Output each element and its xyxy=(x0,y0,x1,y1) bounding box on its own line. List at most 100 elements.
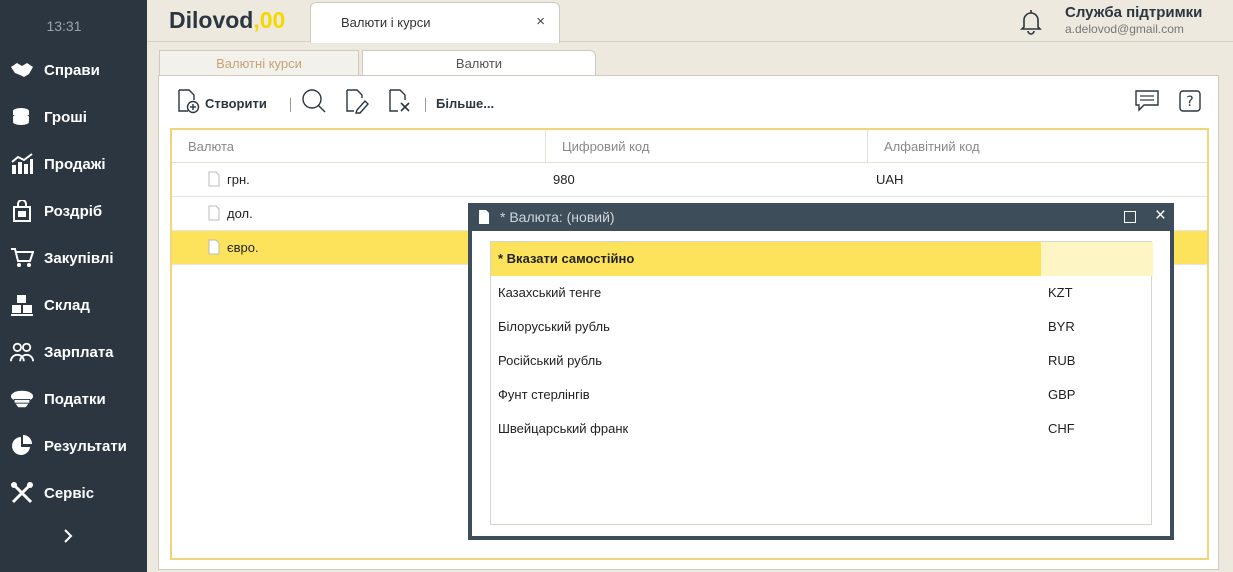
list-item-name: Білоруський рубль xyxy=(498,319,610,334)
selection-highlight-code xyxy=(1041,242,1153,276)
tools-icon xyxy=(10,481,34,505)
pie-chart-icon xyxy=(10,434,34,458)
table-header: Валюта Цифровий код Алфавітний код xyxy=(172,130,1207,163)
list-item[interactable]: Фунт стерлінгів GBP xyxy=(491,378,1151,412)
sidebar-item-label: Роздріб xyxy=(44,202,103,220)
new-document-icon xyxy=(177,88,201,119)
app-logo[interactable]: Dilovod,00 xyxy=(169,7,285,34)
sidebar-item-rezultaty[interactable]: Результати xyxy=(0,426,147,466)
officer-cap-icon xyxy=(10,387,34,411)
help-button[interactable]: ? xyxy=(1178,89,1202,118)
sidebar-item-servis[interactable]: Сервіс xyxy=(0,473,147,513)
boxes-icon xyxy=(10,293,34,317)
table-row[interactable]: грн. 980 UAH xyxy=(172,163,1207,197)
list-item-name: * Вказати самостійно xyxy=(498,251,635,266)
cell-numeric-code: 980 xyxy=(553,172,575,187)
chat-icon xyxy=(1134,89,1160,118)
list-item[interactable]: Швейцарський франк CHF xyxy=(491,412,1151,446)
list-item-code: RUB xyxy=(1048,353,1076,368)
close-icon[interactable]: × xyxy=(1155,205,1166,227)
document-icon xyxy=(208,205,220,221)
sidebar-item-prodazhi[interactable]: Продажі xyxy=(0,144,147,184)
column-header-alpha-code[interactable]: Алфавітний код xyxy=(868,130,1209,163)
list-item-name: Фунт стерлінгів xyxy=(498,387,590,402)
sidebar-item-groshi[interactable]: Гроші xyxy=(0,97,147,137)
sidebar-item-spravy[interactable]: Справи xyxy=(0,50,147,90)
search-button[interactable] xyxy=(301,88,327,119)
shopping-bag-icon xyxy=(10,199,34,223)
sidebar-item-label: Склад xyxy=(44,296,90,314)
document-tab-title: Валюти і курси xyxy=(341,15,431,30)
people-icon xyxy=(10,340,34,364)
maximize-icon[interactable] xyxy=(1124,211,1136,223)
delete-document-icon xyxy=(388,88,412,119)
sales-chart-icon xyxy=(10,152,34,176)
search-icon xyxy=(301,88,327,119)
create-button-label: Створити xyxy=(205,95,267,111)
list-item-code: BYR xyxy=(1048,319,1075,334)
sidebar-item-label: Гроші xyxy=(44,108,87,126)
list-item-name: Російський рубль xyxy=(498,353,603,368)
create-button[interactable]: Створити xyxy=(177,88,267,119)
tab-currencies[interactable]: Валюти xyxy=(362,50,596,76)
help-icon: ? xyxy=(1178,89,1202,118)
support-title[interactable]: Служба підтримки xyxy=(1065,4,1202,21)
document-tab[interactable]: Валюти і курси × xyxy=(310,2,560,43)
list-item[interactable]: Російський рубль RUB xyxy=(491,344,1151,378)
sidebar-item-label: Сервіс xyxy=(44,484,95,502)
document-icon xyxy=(208,239,220,255)
logo-text: Dilovod xyxy=(169,7,254,33)
list-item[interactable]: Казахський тенге KZT xyxy=(491,276,1151,310)
currency-picker-dialog: * Валюта: (новий) × * Вказати самостійно… xyxy=(468,203,1174,540)
sidebar-item-zakupivli[interactable]: Закупівлі xyxy=(0,238,147,278)
toolbar: Створити Більше... ? xyxy=(159,76,1218,126)
more-button[interactable]: Більше... xyxy=(432,90,494,116)
toolbar-divider xyxy=(425,98,426,112)
chevron-right-icon[interactable] xyxy=(58,526,78,546)
svg-text:?: ? xyxy=(1186,94,1193,110)
list-item[interactable]: Білоруський рубль BYR xyxy=(491,310,1151,344)
sidebar: 13:31 Справи Гроші Продажі Роздріб Закуп… xyxy=(0,0,147,572)
close-icon[interactable]: × xyxy=(536,13,545,30)
edit-document-icon xyxy=(345,88,369,119)
sidebar-item-label: Зарплата xyxy=(44,343,114,361)
document-icon xyxy=(478,209,490,225)
list-item-code: KZT xyxy=(1048,285,1073,300)
dialog-header[interactable]: * Валюта: (новий) × xyxy=(468,203,1174,231)
comments-button[interactable] xyxy=(1134,89,1160,118)
cell-currency: дол. xyxy=(227,206,253,221)
support-email: a.delovod@gmail.com xyxy=(1065,22,1184,36)
list-item-name: Швейцарський франк xyxy=(498,421,629,436)
coins-icon xyxy=(10,105,34,129)
cell-currency: грн. xyxy=(227,172,250,187)
clock: 13:31 xyxy=(46,18,82,34)
dialog-title: * Валюта: (новий) xyxy=(500,209,615,225)
delete-button[interactable] xyxy=(388,88,412,119)
list-item-code: CHF xyxy=(1048,421,1075,436)
bell-icon[interactable] xyxy=(1017,7,1045,35)
cart-icon xyxy=(10,246,34,270)
list-item-selected[interactable]: * Вказати самостійно xyxy=(491,242,1153,276)
top-bar: Dilovod,00 Валюти і курси × Служба підтр… xyxy=(147,0,1233,43)
edit-button[interactable] xyxy=(345,88,369,119)
cell-alpha-code: UAH xyxy=(876,172,904,187)
tab-currency-rates[interactable]: Валютні курси xyxy=(159,50,359,76)
handshake-icon xyxy=(10,58,34,82)
sidebar-item-sklad[interactable]: Склад xyxy=(0,285,147,325)
sidebar-item-zarplata[interactable]: Зарплата xyxy=(0,332,147,372)
sidebar-item-label: Результати xyxy=(44,437,127,455)
sidebar-item-label: Податки xyxy=(44,390,106,408)
logo-suffix: ,00 xyxy=(253,7,286,33)
toolbar-divider xyxy=(290,98,291,112)
sidebar-item-podatky[interactable]: Податки xyxy=(0,379,147,419)
document-icon xyxy=(208,171,220,187)
column-header-currency[interactable]: Валюта xyxy=(172,130,546,163)
more-button-label: Більше... xyxy=(436,95,495,111)
list-item-name: Казахський тенге xyxy=(498,285,602,300)
list-item-code: GBP xyxy=(1048,387,1076,402)
cell-currency: євро. xyxy=(227,240,259,255)
sidebar-item-label: Справи xyxy=(44,61,100,79)
currency-list: * Вказати самостійно Казахський тенге KZ… xyxy=(490,241,1153,525)
column-header-numeric-code[interactable]: Цифровий код xyxy=(546,130,868,163)
sidebar-item-rozdrib[interactable]: Роздріб xyxy=(0,191,147,231)
